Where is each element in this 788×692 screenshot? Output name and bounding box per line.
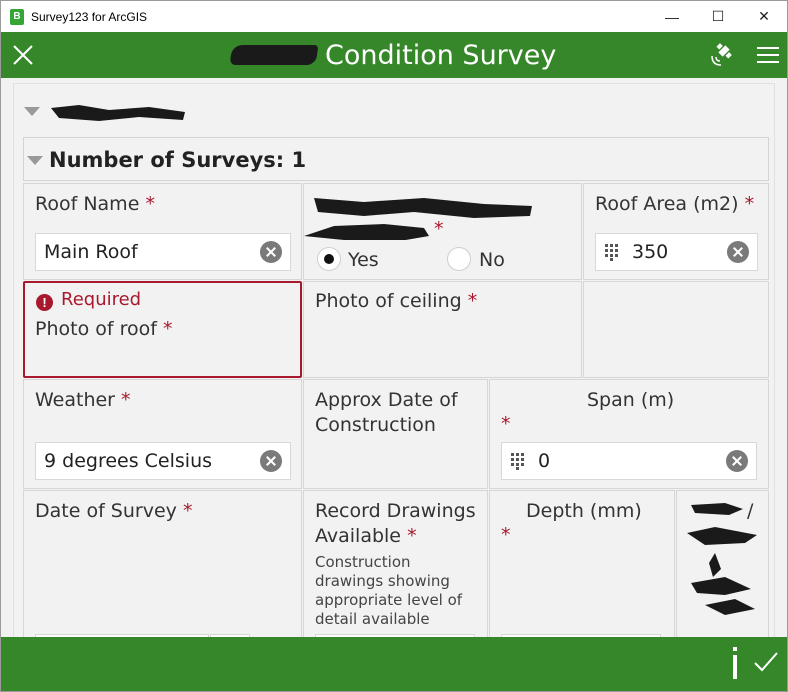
app-footer [1,637,787,691]
collapse-triangle-icon[interactable] [27,156,43,165]
radio-no-label[interactable]: No [479,248,505,273]
radio-yes[interactable] [317,247,341,271]
weather-label: Weather [35,389,115,411]
record-drawings-label-line2: Available [315,525,402,547]
span-label: Span (m) [587,389,675,411]
radio-yes-label[interactable]: Yes [348,248,379,273]
collapse-triangle-icon[interactable] [24,107,40,116]
error-icon: ! [36,294,53,311]
record-drawings-hint: drawings showing [315,572,450,590]
approx-date-label-line1: Approx Date of [315,389,458,411]
survey-form[interactable]: Number of Surveys: 1 Roof Name * Main Ro… [13,83,775,639]
redacted-question-label [687,503,757,615]
redacted-title-prefix [229,45,319,65]
roof-area-question: Roof Area (m2) * 350 [583,183,769,280]
repeat-header[interactable]: Number of Surveys: 1 [23,137,769,181]
repeat-count-label: Number of Surveys: 1 [49,148,307,172]
clear-icon[interactable] [727,241,749,263]
roof-name-input[interactable]: Main Roof [35,233,291,271]
date-of-survey-question: Date of Survey * [23,490,302,638]
maximize-button[interactable]: ☐ [695,1,741,32]
required-asterisk: * [501,413,511,435]
radio-no[interactable] [447,247,471,271]
app-header: Condition Survey [1,32,787,78]
approx-date-label-line2: Construction [315,414,436,436]
weather-input[interactable]: 9 degrees Celsius [35,442,291,480]
survey123-app-icon: B [10,8,24,25]
required-asterisk: * [434,218,444,240]
required-asterisk: * [145,193,155,215]
roof-area-value: 350 [632,241,669,263]
numeric-keypad-icon[interactable] [604,243,622,261]
weather-value: 9 degrees Celsius [44,450,213,472]
required-asterisk: * [182,500,193,522]
window-close-button[interactable]: ✕ [741,1,787,32]
roof-area-input[interactable]: 350 [595,233,758,271]
record-drawings-label-line1: Record Drawings [315,500,476,522]
redacted-question-label [304,198,532,240]
photo-ceiling-label: Photo of ceiling [315,290,462,312]
span-question: Span (m) * 0 [489,379,769,489]
span-input[interactable]: 0 [501,442,757,480]
depth-question: Depth (mm) * [489,490,675,638]
clear-icon[interactable] [260,241,282,263]
required-error-text: Required [61,289,142,310]
window-titlebar: B Survey123 for ArcGIS — ☐ ✕ [1,1,787,32]
roof-name-label: Roof Name [35,193,140,215]
submit-check-icon[interactable] [753,649,779,675]
roof-area-label: Roof Area (m2) [595,193,739,215]
survey-title: Condition Survey [325,40,557,71]
empty-cell [583,281,769,378]
roof-name-value: Main Roof [44,241,138,263]
required-asterisk: * [744,193,755,215]
record-drawings-question: Record Drawings Available * Construction… [303,490,488,638]
depth-label: Depth (mm) [526,500,642,522]
group-header[interactable] [24,98,764,128]
required-asterisk: * [162,318,173,340]
close-survey-icon[interactable] [9,41,37,69]
gps-satellite-icon[interactable] [709,42,735,68]
hamburger-menu-icon[interactable] [757,45,779,65]
date-of-survey-label: Date of Survey [35,500,177,522]
approx-date-question: Approx Date of Construction [303,379,488,489]
photo-roof-label: Photo of roof [35,318,157,340]
minimize-button[interactable]: — [649,1,695,32]
clear-icon[interactable] [726,450,748,472]
redacted-question: / [676,490,769,638]
photo-roof-question[interactable]: ! Required Photo of roof * [23,281,302,378]
required-asterisk: * [121,389,131,411]
info-icon[interactable] [729,645,741,681]
record-drawings-hint: detail available [315,610,430,628]
redacted-yes-no-question: * Yes No [303,183,582,280]
span-value: 0 [538,450,551,472]
numeric-keypad-icon[interactable] [510,452,528,470]
record-drawings-hint: appropriate level of [315,591,463,609]
required-asterisk: * [467,290,478,312]
redacted-group-label [51,105,185,121]
weather-question: Weather * 9 degrees Celsius [23,379,302,489]
photo-ceiling-question[interactable]: Photo of ceiling * [303,281,582,378]
clear-icon[interactable] [260,450,282,472]
roof-name-question: Roof Name * Main Roof [23,183,302,280]
required-asterisk: * [501,524,511,546]
app-window: B Survey123 for ArcGIS — ☐ ✕ Condition S… [0,0,788,692]
record-drawings-hint: Construction [315,553,411,571]
required-asterisk: * [407,525,417,547]
window-title: Survey123 for ArcGIS [31,9,148,24]
